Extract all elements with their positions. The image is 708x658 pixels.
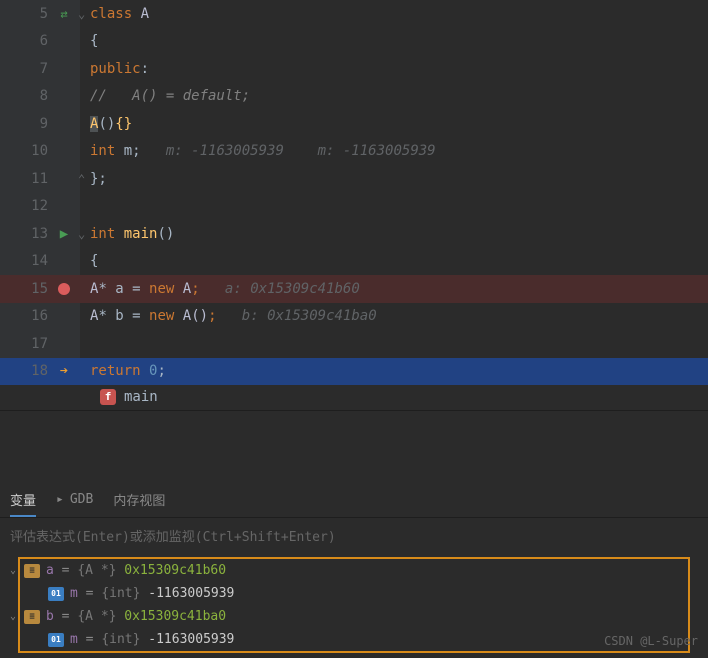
breadcrumb: f main [0,382,708,410]
line-number: 13 [24,226,48,242]
gutter: 5 ⇄ 6 7 8 9 10 11 12 13 ▶ 14 15 16 17 18 ➔ [0,0,80,382]
tab-memory[interactable]: 内存视图 [113,490,165,509]
line-number: 18 [24,363,48,379]
function-badge-icon: f [100,389,116,405]
variable-row[interactable]: ⌄ ≡ a = {A *} 0x15309c41b60 [20,559,688,582]
execution-arrow-icon: ➔ [56,363,72,379]
swap-icon: ⇄ [56,7,72,21]
variable-row[interactable]: ⌄ ≡ b = {A *} 0x15309c41ba0 [20,605,688,628]
line-number: 17 [24,336,48,352]
code-area[interactable]: ⌄ class A { public: // A() = default; A(… [80,0,708,382]
fold-icon[interactable]: ⌄ [78,7,85,21]
watch-expression-input[interactable]: 评估表达式(Enter)或添加监视(Ctrl+Shift+Enter) [0,518,708,553]
line-number: 14 [24,253,48,269]
breadcrumb-label[interactable]: main [124,389,158,405]
line-number: 9 [24,116,48,132]
fold-icon[interactable]: ⌃ [78,172,85,186]
variable-row[interactable]: 01 m = {int} -1163005939 [20,582,688,605]
debug-tabs: 变量 ▸GDB 内存视图 [0,480,708,518]
line-number: 16 [24,308,48,324]
struct-icon: ≡ [24,564,40,578]
line-number: 10 [24,143,48,159]
line-number: 12 [24,198,48,214]
int-icon: 01 [48,633,64,647]
int-icon: 01 [48,587,64,601]
breakpoint-icon[interactable] [56,283,72,295]
tab-gdb[interactable]: ▸GDB [56,490,93,509]
struct-icon: ≡ [24,610,40,624]
line-number: 11 [24,171,48,187]
chevron-down-icon[interactable]: ⌄ [10,565,16,576]
gdb-icon: ▸ [56,492,64,507]
line-number: 6 [24,33,48,49]
line-number: 15 [24,281,48,297]
variable-row[interactable]: 01 m = {int} -1163005939 [20,628,688,651]
watermark: CSDN @L-Super [604,634,698,648]
tab-variables[interactable]: 变量 [10,490,36,517]
fold-icon[interactable]: ⌄ [78,227,85,241]
chevron-down-icon[interactable]: ⌄ [10,611,16,622]
line-number: 7 [24,61,48,77]
line-number: 5 [24,6,48,22]
line-number: 8 [24,88,48,104]
variables-panel: ⌄ ≡ a = {A *} 0x15309c41b60 01 m = {int}… [18,557,690,653]
code-editor[interactable]: 5⇄ 6 7 8 9 10 11 12 13▶ 14 15 16 17 18➔ … [0,0,708,382]
run-icon[interactable]: ▶ [56,226,72,242]
